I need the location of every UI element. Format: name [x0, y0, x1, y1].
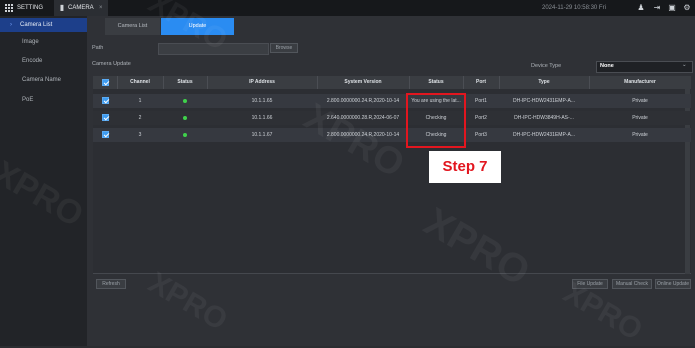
settings-label[interactable]: SETTING	[17, 0, 43, 16]
device-type-value: None	[600, 63, 614, 69]
step-highlight-box	[406, 93, 466, 148]
column-header: Status	[428, 79, 444, 85]
camera-tab-label: CAMERA	[68, 5, 94, 11]
select-all-checkbox[interactable]	[102, 79, 109, 86]
table-row[interactable]: 2 10.1.1.66 2.640.0000000.28.R,2024-06-0…	[93, 111, 691, 125]
chevron-right-icon: ›	[10, 22, 12, 28]
sidebar-item-label: Image	[22, 39, 39, 45]
sidebar-item-camera-list[interactable]: › Camera List	[0, 18, 87, 32]
logout-icon[interactable]: ⇥	[652, 3, 662, 13]
browse-button[interactable]: Browse	[270, 43, 298, 53]
channel-cell: 3	[138, 132, 142, 138]
refresh-button[interactable]: Refresh	[96, 279, 126, 289]
row-checkbox[interactable]	[102, 97, 109, 104]
column-header: Port	[476, 79, 486, 85]
online-status-icon	[183, 116, 187, 120]
online-update-button[interactable]: Online Update	[655, 279, 691, 289]
online-status-icon	[183, 99, 187, 103]
channel-cell: 1	[138, 98, 142, 104]
manufacturer-cell: Private	[632, 132, 648, 138]
sidebar-item-camera-name[interactable]: Camera Name	[0, 73, 87, 87]
column-header: System Version	[344, 79, 382, 85]
manual-check-button[interactable]: Manual Check	[612, 279, 652, 289]
ip-cell: 10.1.1.66	[251, 115, 273, 121]
sidebar-item-label: PoE	[22, 97, 34, 103]
user-icon[interactable]: ♟	[636, 3, 646, 13]
channel-cell: 2	[138, 115, 142, 121]
sidebar-item-label: Encode	[22, 58, 43, 64]
camera-tab[interactable]: ▮ CAMERA ×	[54, 0, 108, 16]
monitor-icon[interactable]: ▣	[667, 3, 677, 13]
table-header: Channel Status IP Address System Version…	[93, 76, 691, 89]
type-cell: DH-IPC-HDW3849H-AS-...	[514, 115, 574, 121]
path-label: Path	[92, 45, 104, 51]
column-header: Manufacturer	[624, 79, 656, 85]
camera-update-label: Camera Update	[92, 61, 131, 67]
sidebar-item-label: Camera Name	[22, 77, 62, 83]
column-header: Status	[177, 79, 193, 85]
datetime: 2024-11-29 10:58:30 Fri	[542, 5, 606, 11]
sidebar-item-label: Camera List	[20, 22, 53, 28]
sidebar-item-poe[interactable]: PoE	[0, 93, 87, 107]
sidebar-item-image[interactable]: Image	[0, 35, 87, 49]
settings-icon[interactable]: ⚙	[682, 3, 692, 13]
main-menu-icon[interactable]	[5, 4, 13, 12]
chevron-down-icon: ⌄	[682, 62, 687, 68]
row-checkbox[interactable]	[102, 131, 109, 138]
close-tab-icon[interactable]: ×	[99, 0, 103, 16]
top-bar: SETTING ▮ CAMERA × 2024-11-29 10:58:30 F…	[0, 0, 695, 16]
manufacturer-cell: Private	[632, 98, 648, 104]
camera-icon: ▮	[59, 3, 65, 12]
column-header: IP Address	[249, 79, 275, 85]
device-type-select[interactable]: None ⌄	[596, 61, 693, 73]
step-label: Step 7	[429, 151, 501, 183]
ip-cell: 10.1.1.65	[251, 98, 273, 104]
type-cell: DH-IPC-HDW2431EMP-A...	[513, 132, 575, 138]
port-cell: Port2	[475, 115, 487, 121]
manufacturer-cell: Private	[632, 115, 648, 121]
row-checkbox[interactable]	[102, 114, 109, 121]
table-row[interactable]: 1 10.1.1.65 2.800.0000000.24.R,2020-10-1…	[93, 94, 691, 108]
port-cell: Port1	[475, 98, 487, 104]
column-header: Type	[538, 79, 550, 85]
online-status-icon	[183, 133, 187, 137]
column-header: Channel	[130, 79, 150, 85]
device-type-label: Device Type	[531, 63, 562, 69]
port-cell: Port3	[475, 132, 487, 138]
sidebar-item-encode[interactable]: Encode	[0, 54, 87, 68]
type-cell: DH-IPC-HDW2431EMP-A...	[513, 98, 575, 104]
